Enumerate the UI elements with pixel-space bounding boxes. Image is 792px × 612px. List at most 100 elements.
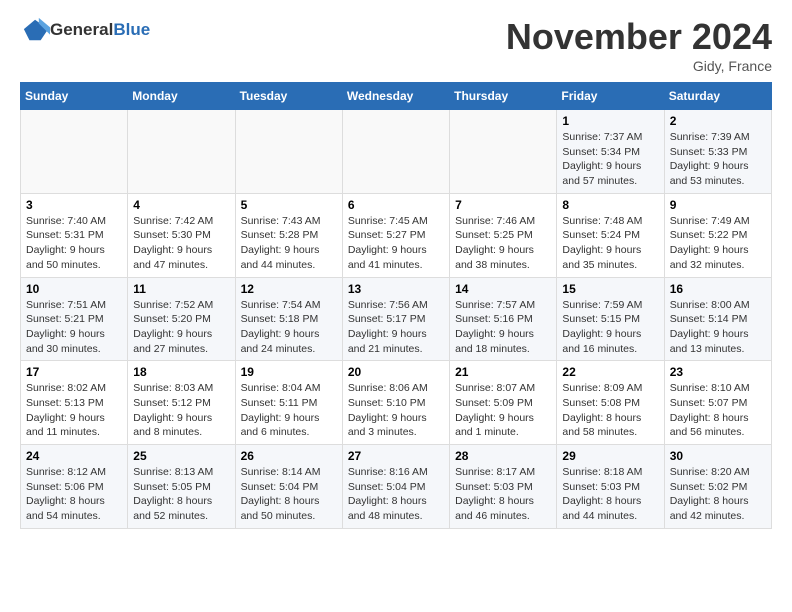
day-info: Sunrise: 7:42 AM Sunset: 5:30 PM Dayligh… (133, 214, 229, 273)
calendar-cell: 29 Sunrise: 8:18 AM Sunset: 5:03 PM Dayli… (557, 445, 664, 529)
day-info: Sunrise: 8:04 AM Sunset: 5:11 PM Dayligh… (241, 381, 337, 440)
calendar-cell: 7Sunrise: 7:46 AM Sunset: 5:25 PM Daylig… (450, 193, 557, 277)
day-number: 25 (133, 449, 229, 463)
calendar-cell (128, 110, 235, 194)
calendar-cell: 4 Sunrise: 7:42 AM Sunset: 5:30 PM Daylig… (128, 193, 235, 277)
calendar-cell (235, 110, 342, 194)
day-number: 17 (26, 365, 122, 379)
calendar-cell (342, 110, 449, 194)
day-info: Sunrise: 8:12 AM Sunset: 5:06 PM Dayligh… (26, 465, 122, 524)
calendar-cell: 6 Sunrise: 7:45 AM Sunset: 5:27 PM Daylig… (342, 193, 449, 277)
logo-blue: Blue (113, 20, 150, 39)
day-number: 5 (241, 198, 337, 212)
calendar-cell: 27 Sunrise: 8:16 AM Sunset: 5:04 PM Dayli… (342, 445, 449, 529)
day-info: Sunrise: 8:06 AM Sunset: 5:10 PM Dayligh… (348, 381, 444, 440)
calendar-cell: 26 Sunrise: 8:14 AM Sunset: 5:04 PM Dayli… (235, 445, 342, 529)
day-number: 3 (26, 198, 122, 212)
calendar-cell: 22 Sunrise: 8:09 AM Sunset: 5:08 PM Dayli… (557, 361, 664, 445)
title-block: November 2024 Gidy, France (506, 16, 772, 74)
weekday-header-tuesday: Tuesday (235, 83, 342, 110)
calendar-cell: 25 Sunrise: 8:13 AM Sunset: 5:05 PM Dayli… (128, 445, 235, 529)
day-info: Sunrise: 7:39 AM Sunset: 5:33 PM Dayligh… (670, 130, 766, 189)
calendar-cell: 24Sunrise: 8:12 AM Sunset: 5:06 PM Dayli… (21, 445, 128, 529)
location: Gidy, France (506, 58, 772, 74)
day-number: 28 (455, 449, 551, 463)
weekday-header-sunday: Sunday (21, 83, 128, 110)
day-number: 19 (241, 365, 337, 379)
month-title: November 2024 (506, 16, 772, 58)
day-number: 20 (348, 365, 444, 379)
day-number: 27 (348, 449, 444, 463)
day-info: Sunrise: 8:03 AM Sunset: 5:12 PM Dayligh… (133, 381, 229, 440)
calendar-cell: 2 Sunrise: 7:39 AM Sunset: 5:33 PM Daylig… (664, 110, 771, 194)
logo: GeneralBlue (20, 16, 150, 44)
day-number: 22 (562, 365, 658, 379)
day-info: Sunrise: 8:00 AM Sunset: 5:14 PM Dayligh… (670, 298, 766, 357)
calendar-cell: 10 Sunrise: 7:51 AM Sunset: 5:21 PM Dayli… (21, 277, 128, 361)
day-info: Sunrise: 8:13 AM Sunset: 5:05 PM Dayligh… (133, 465, 229, 524)
day-number: 16 (670, 282, 766, 296)
day-number: 29 (562, 449, 658, 463)
day-number: 9 (670, 198, 766, 212)
calendar-cell: 19 Sunrise: 8:04 AM Sunset: 5:11 PM Dayli… (235, 361, 342, 445)
day-info: Sunrise: 8:16 AM Sunset: 5:04 PM Dayligh… (348, 465, 444, 524)
weekday-header-wednesday: Wednesday (342, 83, 449, 110)
calendar-cell: 28 Sunrise: 8:17 AM Sunset: 5:03 PM Dayli… (450, 445, 557, 529)
day-number: 13 (348, 282, 444, 296)
day-info: Sunrise: 8:07 AM Sunset: 5:09 PM Dayligh… (455, 381, 551, 440)
weekday-header-thursday: Thursday (450, 83, 557, 110)
day-number: 21 (455, 365, 551, 379)
calendar-cell: 30 Sunrise: 8:20 AM Sunset: 5:02 PM Dayli… (664, 445, 771, 529)
calendar-cell: 18 Sunrise: 8:03 AM Sunset: 5:12 PM Dayli… (128, 361, 235, 445)
calendar-cell: 23Sunrise: 8:10 AM Sunset: 5:07 PM Dayli… (664, 361, 771, 445)
day-number: 11 (133, 282, 229, 296)
calendar-cell: 1 Sunrise: 7:37 AM Sunset: 5:34 PM Daylig… (557, 110, 664, 194)
day-number: 1 (562, 114, 658, 128)
day-info: Sunrise: 7:57 AM Sunset: 5:16 PM Dayligh… (455, 298, 551, 357)
day-info: Sunrise: 8:20 AM Sunset: 5:02 PM Dayligh… (670, 465, 766, 524)
day-info: Sunrise: 7:43 AM Sunset: 5:28 PM Dayligh… (241, 214, 337, 273)
day-info: Sunrise: 7:45 AM Sunset: 5:27 PM Dayligh… (348, 214, 444, 273)
weekday-header-saturday: Saturday (664, 83, 771, 110)
day-info: Sunrise: 7:52 AM Sunset: 5:20 PM Dayligh… (133, 298, 229, 357)
day-info: Sunrise: 8:14 AM Sunset: 5:04 PM Dayligh… (241, 465, 337, 524)
day-info: Sunrise: 8:10 AM Sunset: 5:07 PM Dayligh… (670, 381, 766, 440)
calendar-cell: 9Sunrise: 7:49 AM Sunset: 5:22 PM Daylig… (664, 193, 771, 277)
day-info: Sunrise: 7:48 AM Sunset: 5:24 PM Dayligh… (562, 214, 658, 273)
day-info: Sunrise: 7:40 AM Sunset: 5:31 PM Dayligh… (26, 214, 122, 273)
day-number: 4 (133, 198, 229, 212)
calendar-cell: 21 Sunrise: 8:07 AM Sunset: 5:09 PM Dayli… (450, 361, 557, 445)
calendar-cell: 12 Sunrise: 7:54 AM Sunset: 5:18 PM Dayli… (235, 277, 342, 361)
day-number: 26 (241, 449, 337, 463)
day-info: Sunrise: 8:02 AM Sunset: 5:13 PM Dayligh… (26, 381, 122, 440)
page-header: GeneralBlue November 2024 Gidy, France (20, 16, 772, 74)
day-number: 14 (455, 282, 551, 296)
calendar-cell: 15Sunrise: 7:59 AM Sunset: 5:15 PM Dayli… (557, 277, 664, 361)
day-number: 18 (133, 365, 229, 379)
day-info: Sunrise: 8:09 AM Sunset: 5:08 PM Dayligh… (562, 381, 658, 440)
day-number: 7 (455, 198, 551, 212)
calendar-cell: 20 Sunrise: 8:06 AM Sunset: 5:10 PM Dayli… (342, 361, 449, 445)
day-number: 30 (670, 449, 766, 463)
calendar-cell (21, 110, 128, 194)
day-info: Sunrise: 8:18 AM Sunset: 5:03 PM Dayligh… (562, 465, 658, 524)
calendar-cell: 11 Sunrise: 7:52 AM Sunset: 5:20 PM Dayli… (128, 277, 235, 361)
calendar-cell: 16 Sunrise: 8:00 AM Sunset: 5:14 PM Dayli… (664, 277, 771, 361)
day-info: Sunrise: 8:17 AM Sunset: 5:03 PM Dayligh… (455, 465, 551, 524)
calendar-table: SundayMondayTuesdayWednesdayThursdayFrid… (20, 82, 772, 529)
weekday-header-friday: Friday (557, 83, 664, 110)
calendar-cell: 13Sunrise: 7:56 AM Sunset: 5:17 PM Dayli… (342, 277, 449, 361)
day-number: 12 (241, 282, 337, 296)
day-info: Sunrise: 7:59 AM Sunset: 5:15 PM Dayligh… (562, 298, 658, 357)
calendar-cell: 8Sunrise: 7:48 AM Sunset: 5:24 PM Daylig… (557, 193, 664, 277)
day-info: Sunrise: 7:37 AM Sunset: 5:34 PM Dayligh… (562, 130, 658, 189)
calendar-cell: 5 Sunrise: 7:43 AM Sunset: 5:28 PM Daylig… (235, 193, 342, 277)
day-number: 2 (670, 114, 766, 128)
day-number: 10 (26, 282, 122, 296)
calendar-cell (450, 110, 557, 194)
day-info: Sunrise: 7:54 AM Sunset: 5:18 PM Dayligh… (241, 298, 337, 357)
day-info: Sunrise: 7:51 AM Sunset: 5:21 PM Dayligh… (26, 298, 122, 357)
weekday-header-monday: Monday (128, 83, 235, 110)
calendar-cell: 17 Sunrise: 8:02 AM Sunset: 5:13 PM Dayli… (21, 361, 128, 445)
day-number: 6 (348, 198, 444, 212)
